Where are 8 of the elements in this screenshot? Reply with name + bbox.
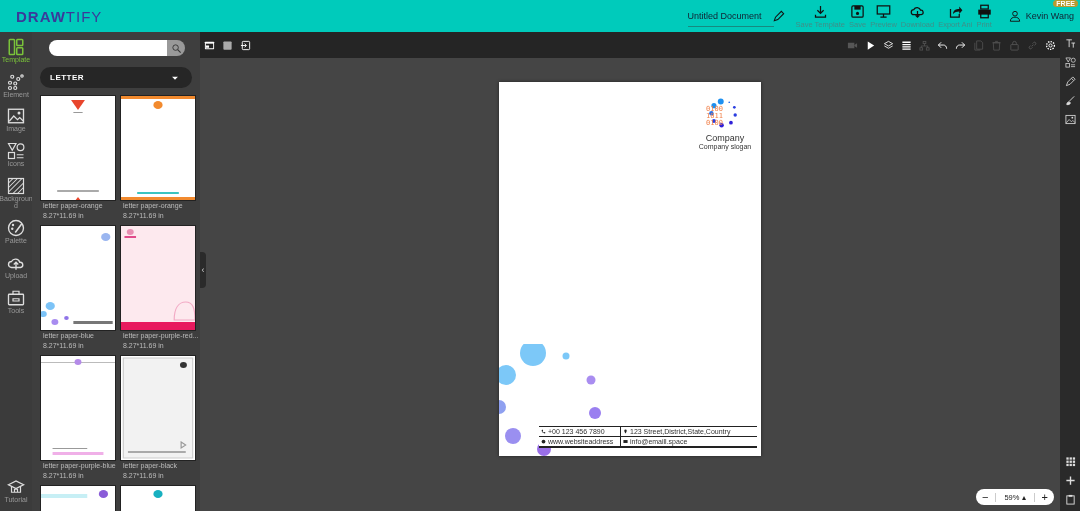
collapse-handle[interactable]: ‹ <box>200 252 206 288</box>
company-name: Company <box>705 133 745 143</box>
user-name[interactable]: Kevin Wang <box>1025 11 1074 21</box>
category-dropdown[interactable]: LETTER <box>40 67 192 88</box>
logo: DRAWTIFY <box>16 7 103 25</box>
zoom-out-button[interactable]: − <box>979 491 992 503</box>
zoom-in-button[interactable]: + <box>1038 491 1051 503</box>
document-title-field[interactable]: Untitled Document <box>687 10 762 21</box>
